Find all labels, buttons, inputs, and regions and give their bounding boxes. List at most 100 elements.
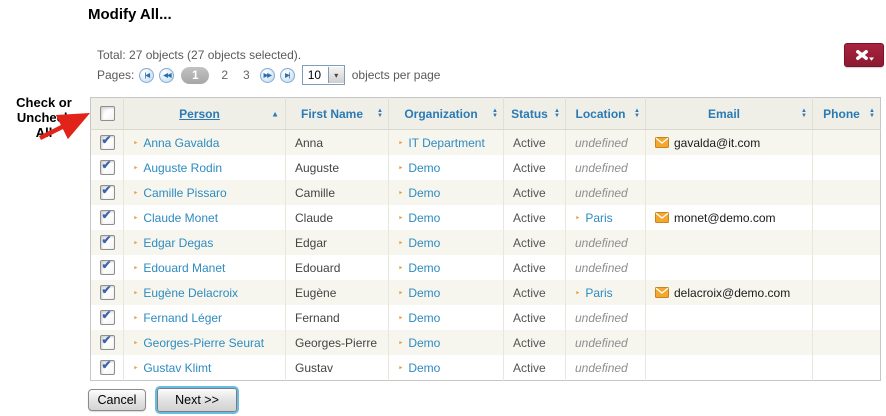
expand-arrow-icon[interactable]: ‣ [133,363,138,373]
organization-link[interactable]: Demo [408,161,440,175]
row-checkbox[interactable]: ✔ [100,310,115,325]
location-undefined-text: undefined [566,261,628,275]
table-row: ✔ ‣Claude Monet Claude ‣Demo Active ‣Par… [91,205,881,230]
person-cell: ‣ Eugène Delacroix [124,280,286,305]
organization-link[interactable]: Demo [408,286,440,300]
select-all-checkbox[interactable] [100,106,115,121]
organization-link[interactable]: Demo [408,361,440,375]
status-text: Active [504,311,546,325]
location-link[interactable]: Paris [585,211,612,225]
column-header-phone[interactable]: Phone ▲▼ [813,98,881,130]
row-checkbox[interactable]: ✔ [100,235,115,250]
row-checkbox[interactable]: ✔ [100,260,115,275]
column-header-location[interactable]: Location ▲▼ [566,98,646,130]
expand-arrow-icon[interactable]: ‣ [133,163,138,173]
organization-link[interactable]: Demo [408,211,440,225]
first-page-button[interactable]: |◀ [139,68,154,83]
expand-arrow-icon[interactable]: ‣ [133,188,138,198]
email-cell [646,305,813,330]
row-checkbox[interactable]: ✔ [100,135,115,150]
expand-arrow-icon[interactable]: ‣ [133,138,138,148]
expand-arrow-icon[interactable]: ‣ [398,138,403,148]
person-link[interactable]: Gustav Klimt [143,361,211,375]
sort-icon[interactable]: ▲▼ [554,109,560,119]
expand-arrow-icon[interactable]: ‣ [398,313,403,323]
next-page-button[interactable]: ▶▶ [260,68,275,83]
expand-arrow-icon[interactable]: ‣ [575,213,580,223]
page-3-link[interactable]: 3 [238,68,255,82]
row-checkbox[interactable]: ✔ [100,360,115,375]
email-cell [646,155,813,180]
person-link[interactable]: Auguste Rodin [143,161,222,175]
column-header-person[interactable]: Person ▲ [124,98,286,130]
select-all-header-cell [91,98,124,130]
expand-arrow-icon[interactable]: ‣ [398,288,403,298]
sort-icon[interactable]: ▲▼ [634,109,640,119]
status-cell: Active [504,280,566,305]
cancel-button[interactable]: Cancel [88,389,146,411]
expand-arrow-icon[interactable]: ‣ [398,238,403,248]
location-link[interactable]: Paris [585,286,612,300]
person-link[interactable]: Fernand Léger [143,311,222,325]
sort-asc-icon[interactable]: ▲ [271,109,279,118]
person-link[interactable]: Eugène Delacroix [143,286,238,300]
location-undefined-text: undefined [566,361,628,375]
annotation-arrow [30,104,94,146]
row-checkbox[interactable]: ✔ [100,185,115,200]
next-button[interactable]: Next >> [157,388,237,412]
person-link[interactable]: Edgar Degas [143,236,213,250]
person-cell: ‣ Auguste Rodin [124,155,286,180]
organization-link[interactable]: IT Department [408,136,484,150]
row-checkbox-cell: ✔ [91,355,124,381]
last-page-button[interactable]: ▶| [280,68,295,83]
organization-link[interactable]: Demo [408,311,440,325]
table-row: ✔ ‣Eugène Delacroix Eugène ‣Demo Active … [91,280,881,305]
row-checkbox[interactable]: ✔ [100,210,115,225]
expand-arrow-icon[interactable]: ‣ [133,238,138,248]
expand-arrow-icon[interactable]: ‣ [575,288,580,298]
column-header-status[interactable]: Status ▲▼ [504,98,566,130]
location-cell: undefined [566,180,646,205]
expand-arrow-icon[interactable]: ‣ [398,213,403,223]
person-link[interactable]: Georges-Pierre Seurat [143,336,264,350]
column-header-email[interactable]: Email ▲▼ [646,98,813,130]
person-link[interactable]: Edouard Manet [143,261,225,275]
row-checkbox[interactable]: ✔ [100,285,115,300]
expand-arrow-icon[interactable]: ‣ [398,363,403,373]
organization-link[interactable]: Demo [408,236,440,250]
sort-icon[interactable]: ▲▼ [492,109,498,119]
previous-page-button[interactable]: ◀◀ [159,68,174,83]
email-text: monet@demo.com [674,211,776,225]
sort-icon[interactable]: ▲▼ [377,109,383,119]
expand-arrow-icon[interactable]: ‣ [398,163,403,173]
expand-arrow-icon[interactable]: ‣ [398,263,403,273]
person-link[interactable]: Camille Pissaro [143,186,226,200]
organization-link[interactable]: Demo [408,261,440,275]
page-title: Modify All... [88,6,172,23]
person-cell: ‣ Fernand Léger [124,305,286,330]
per-page-value: 10 [303,68,328,82]
column-header-first-name[interactable]: First Name ▲▼ [286,98,389,130]
page-2-link[interactable]: 2 [216,68,233,82]
sort-icon[interactable]: ▲▼ [869,109,875,119]
sort-icon[interactable]: ▲▼ [801,109,807,119]
expand-arrow-icon[interactable]: ‣ [398,188,403,198]
location-cell: undefined [566,305,646,330]
expand-arrow-icon[interactable]: ‣ [133,263,138,273]
expand-arrow-icon[interactable]: ‣ [133,213,138,223]
expand-arrow-icon[interactable]: ‣ [133,313,138,323]
expand-arrow-icon[interactable]: ‣ [133,338,138,348]
expand-arrow-icon[interactable]: ‣ [133,288,138,298]
column-header-organization[interactable]: Organization ▲▼ [389,98,504,130]
person-link[interactable]: Anna Gavalda [143,136,219,150]
row-checkbox[interactable]: ✔ [100,160,115,175]
row-checkbox[interactable]: ✔ [100,335,115,350]
person-link[interactable]: Claude Monet [143,211,218,225]
organization-link[interactable]: Demo [408,336,440,350]
location-cell: ‣ Paris [566,280,646,305]
per-page-select[interactable]: 10 ▾ [302,65,345,85]
organization-link[interactable]: Demo [408,186,440,200]
tools-menu-button[interactable] [844,43,884,67]
expand-arrow-icon[interactable]: ‣ [398,338,403,348]
email-cell [646,255,813,280]
